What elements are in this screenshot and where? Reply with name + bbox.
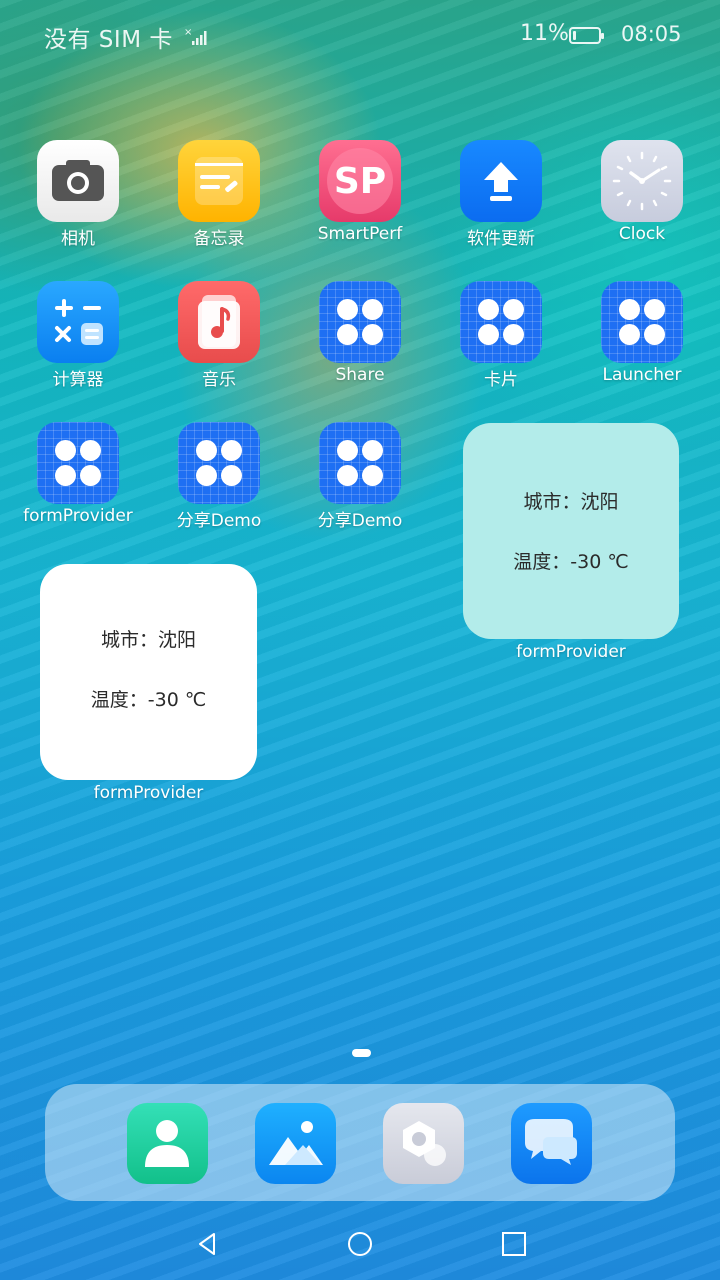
settings-icon[interactable]	[383, 1103, 464, 1184]
status-bar: 没有 SIM 卡 × 11% 08:05	[0, 0, 720, 70]
app-label: 计算器	[52, 370, 104, 390]
app-share-demo-2[interactable]: 分享Demo	[300, 422, 420, 542]
app-formprovider[interactable]: formProvider	[18, 422, 138, 542]
home-icon[interactable]	[344, 1228, 376, 1260]
app-calculator[interactable]: 计算器	[18, 281, 138, 401]
widget-temperature: 温度：-30 ℃	[90, 689, 207, 711]
app-smartperf[interactable]: SP SmartPerf	[300, 140, 420, 260]
app-share[interactable]: Share	[300, 281, 420, 401]
svg-text:×: ×	[184, 27, 192, 38]
widget-temperature: 温度：-30 ℃	[513, 551, 629, 573]
app-label: 音乐	[202, 370, 236, 390]
app-label: SmartPerf	[317, 224, 403, 244]
carrier-label: 没有 SIM 卡	[44, 27, 173, 53]
app-clock[interactable]: Clock	[582, 140, 702, 260]
generic-app-icon	[460, 281, 542, 363]
battery-icon	[569, 27, 604, 44]
app-label: Share	[335, 365, 385, 385]
music-icon	[178, 281, 260, 363]
contacts-icon[interactable]	[127, 1103, 208, 1184]
app-label: formProvider	[23, 506, 133, 526]
app-software-update[interactable]: 软件更新	[441, 140, 561, 260]
app-label: 卡片	[484, 370, 518, 390]
software-update-icon	[460, 140, 542, 222]
generic-app-icon	[178, 422, 260, 504]
generic-app-icon	[319, 281, 401, 363]
app-music[interactable]: 音乐	[159, 281, 279, 401]
widget-caption: formProvider	[516, 642, 626, 662]
app-card[interactable]: 卡片	[441, 281, 561, 401]
recents-icon[interactable]	[498, 1228, 530, 1260]
page-indicator	[352, 1049, 371, 1057]
app-label: 分享Demo	[176, 511, 262, 531]
camera-icon	[37, 140, 119, 222]
generic-app-icon	[601, 281, 683, 363]
weather-widget[interactable]: 城市：沈阳 温度：-30 ℃	[40, 564, 257, 780]
app-label: 分享Demo	[317, 511, 403, 531]
app-share-demo-1[interactable]: 分享Demo	[159, 422, 279, 542]
gallery-icon[interactable]	[255, 1103, 336, 1184]
weather-widget[interactable]: 城市：沈阳 温度：-30 ℃	[463, 423, 679, 639]
app-camera[interactable]: 相机	[18, 140, 138, 260]
app-label: 相机	[61, 229, 95, 249]
notes-icon	[178, 140, 260, 222]
generic-app-icon	[319, 422, 401, 504]
app-label: 软件更新	[467, 229, 535, 249]
app-notes[interactable]: 备忘录	[159, 140, 279, 260]
app-label: Launcher	[602, 365, 682, 385]
widget-city: 城市：沈阳	[100, 629, 196, 651]
widget-city: 城市：沈阳	[523, 491, 619, 513]
dock	[45, 1084, 675, 1201]
clock-icon	[601, 140, 683, 222]
back-icon[interactable]	[191, 1228, 223, 1260]
battery-level-fill	[573, 31, 576, 40]
calculator-icon	[37, 281, 119, 363]
widget-caption: formProvider	[93, 783, 204, 803]
battery-percent: 11%	[520, 21, 569, 46]
smartperf-logo-text: SP	[334, 161, 386, 202]
app-label: Clock	[618, 224, 666, 244]
messages-icon[interactable]	[511, 1103, 592, 1184]
generic-app-icon	[37, 422, 119, 504]
app-launcher[interactable]: Launcher	[582, 281, 702, 401]
smartperf-icon: SP	[319, 140, 401, 222]
status-time: 08:05	[621, 22, 682, 46]
app-label: 备忘录	[193, 229, 245, 249]
signal-no-service-icon: ×	[184, 27, 207, 45]
